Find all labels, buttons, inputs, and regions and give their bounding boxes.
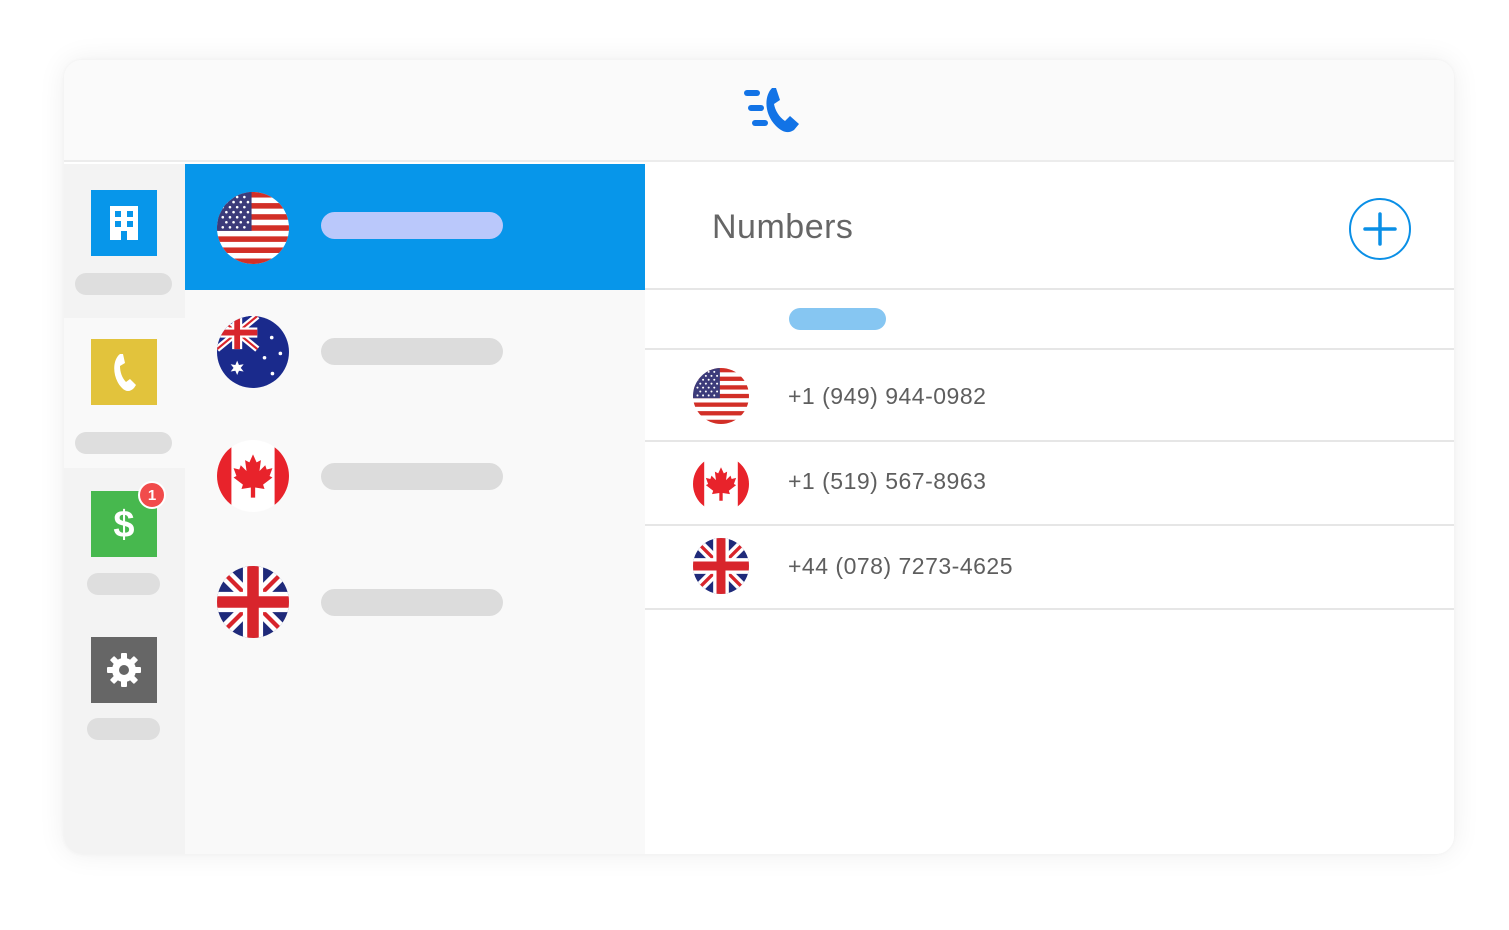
numbers-panel: Numbers +1 (949) 944-0982 +1 (519) 567-8… bbox=[645, 164, 1454, 854]
country-item-au[interactable] bbox=[185, 290, 645, 416]
country-list bbox=[185, 164, 645, 854]
us-flag-icon bbox=[693, 368, 749, 424]
column-header-row bbox=[645, 292, 1454, 350]
country-name-placeholder bbox=[321, 463, 503, 490]
top-bar bbox=[64, 60, 1454, 162]
rail-label-billing bbox=[87, 573, 160, 595]
page-title: Numbers bbox=[712, 208, 854, 246]
uk-flag-icon bbox=[693, 538, 749, 594]
rail-label-organization bbox=[75, 273, 172, 295]
us-flag-icon bbox=[217, 192, 289, 264]
rail-item-organization[interactable] bbox=[64, 164, 185, 314]
phone-lines-logo-icon bbox=[742, 84, 802, 136]
country-name-placeholder bbox=[321, 212, 503, 239]
numbers-header: Numbers bbox=[645, 164, 1454, 290]
ca-flag-icon bbox=[217, 440, 289, 512]
phone-number: +1 (519) 567-8963 bbox=[788, 468, 987, 494]
svg-text:$: $ bbox=[113, 504, 134, 544]
column-header-placeholder bbox=[789, 308, 886, 330]
au-flag-icon bbox=[217, 316, 289, 388]
uk-flag-icon bbox=[217, 566, 289, 638]
phone-number: +44 (078) 7273-4625 bbox=[788, 553, 1013, 579]
country-item-uk[interactable] bbox=[185, 542, 645, 668]
table-row[interactable]: +1 (519) 567-8963 bbox=[645, 442, 1454, 526]
phone-number: +1 (949) 944-0982 bbox=[788, 383, 987, 409]
gear-icon bbox=[91, 637, 157, 703]
country-item-us[interactable] bbox=[185, 164, 645, 290]
table-row[interactable]: +44 (078) 7273-4625 bbox=[645, 526, 1454, 610]
phone-icon bbox=[91, 339, 157, 405]
rail-label-calls bbox=[75, 432, 172, 454]
rail-label-settings bbox=[87, 718, 160, 740]
app-window: $ 1 Numbers +1 (949) 944-0982 +1 (519) 5… bbox=[64, 60, 1454, 854]
rail-item-calls[interactable] bbox=[64, 318, 185, 468]
building-icon bbox=[91, 190, 157, 256]
country-name-placeholder bbox=[321, 589, 503, 616]
notification-badge: 1 bbox=[138, 481, 166, 509]
module-rail: $ 1 bbox=[64, 164, 185, 854]
rail-item-billing[interactable]: $ 1 bbox=[64, 468, 185, 618]
add-number-button[interactable] bbox=[1349, 198, 1411, 260]
rail-item-settings[interactable] bbox=[64, 618, 185, 768]
country-name-placeholder bbox=[321, 338, 503, 365]
ca-flag-icon bbox=[693, 456, 749, 512]
plus-icon bbox=[1363, 212, 1397, 246]
table-row[interactable]: +1 (949) 944-0982 bbox=[645, 350, 1454, 442]
country-item-ca[interactable] bbox=[185, 416, 645, 542]
